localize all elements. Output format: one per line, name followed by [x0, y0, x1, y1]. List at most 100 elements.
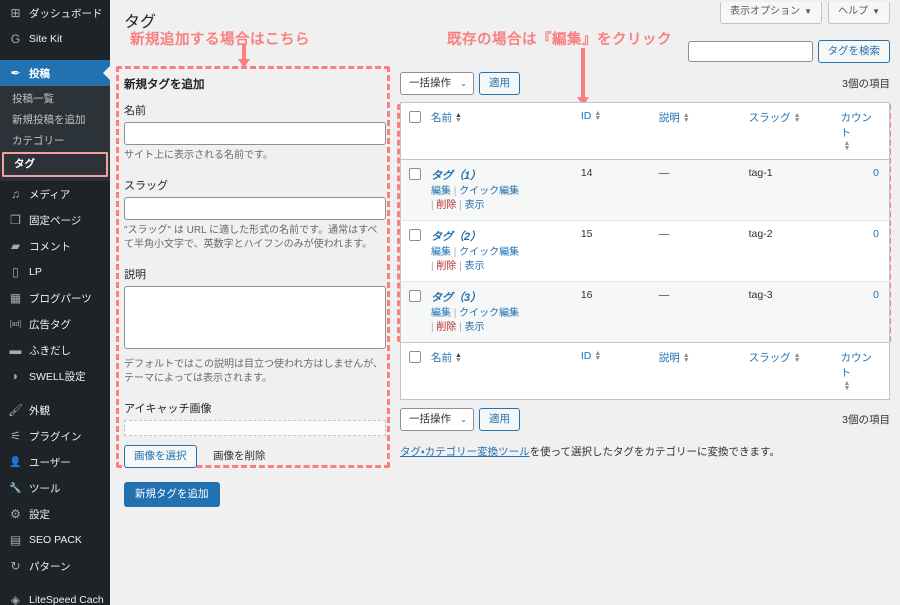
sidebar-item-plugins[interactable]: ⚟ プラグイン: [0, 423, 110, 449]
action-separator: |: [431, 322, 434, 333]
tag-name-link[interactable]: タグ（1）: [431, 167, 571, 183]
sidebar-subitem-tags[interactable]: タグ: [2, 152, 108, 177]
column-header-slug[interactable]: スラッグ ▲ ▼: [743, 102, 836, 160]
row-count-cell[interactable]: 0: [835, 220, 890, 282]
admin-sidebar: ⊞ ダッシュボード G Site Kit ✒ 投稿 投稿一覧 新規投稿を追加 カ…: [0, 0, 111, 605]
ad-tag-icon: [ad]: [9, 320, 22, 328]
row-count-cell[interactable]: 0: [835, 159, 890, 221]
sidebar-item-settings[interactable]: ⚙ 設定: [0, 501, 110, 527]
column-footer-id[interactable]: ID ▲ ▼: [575, 342, 654, 400]
row-checkbox[interactable]: [409, 290, 421, 302]
row-action-edit[interactable]: 編集: [431, 247, 451, 258]
sidebar-item-comments[interactable]: ▰ コメント: [0, 233, 110, 259]
column-footer-name[interactable]: 名前 ▲ ▼: [426, 342, 576, 400]
row-action-view[interactable]: 表示: [465, 261, 485, 272]
swell-icon: ◗: [11, 369, 20, 383]
sidebar-subitem-add-post[interactable]: 新規投稿を追加: [0, 110, 110, 131]
sidebar-item-blog-parts[interactable]: ▦ ブログパーツ: [0, 285, 110, 311]
sidebar-item-media[interactable]: ♫ メディア: [0, 181, 110, 207]
table-row: タグ（1） 編集 | クイック編集 | 削除 | 表示 14 — tag-1 0: [400, 159, 890, 221]
table-footer-row: 名前 ▲ ▼ ID ▲ ▼ 説明 ▲ ▼ スラッグ ▲ ▼ カウント ▲ ▼: [400, 342, 890, 400]
remove-image-button[interactable]: 画像を削除: [213, 448, 266, 463]
sidebar-item-label: LiteSpeed Cache: [29, 594, 104, 605]
sidebar-item-posts[interactable]: ✒ 投稿: [0, 60, 111, 86]
row-action-delete[interactable]: 削除: [436, 322, 456, 333]
name-field-label: 名前: [124, 105, 146, 117]
sidebar-item-ad-tag[interactable]: [ad] 広告タグ: [0, 311, 110, 337]
sidebar-item-lp[interactable]: ▯ LP: [0, 259, 110, 285]
column-footer-count[interactable]: カウント ▲ ▼: [835, 342, 890, 400]
annotation-arrow-new-tag: [238, 44, 250, 68]
sidebar-item-dashboard[interactable]: ⊞ ダッシュボード: [0, 0, 110, 26]
sort-arrows-icon: ▲ ▼: [594, 110, 602, 123]
row-action-delete[interactable]: 削除: [436, 261, 456, 272]
tags-table-body: タグ（1） 編集 | クイック編集 | 削除 | 表示 14 — tag-1 0…: [400, 159, 890, 343]
featured-image-dropzone[interactable]: [124, 420, 386, 436]
sidebar-item-patterns[interactable]: ↻ パターン: [0, 553, 110, 579]
sidebar-item-pages[interactable]: ❐ 固定ページ: [0, 207, 110, 233]
select-all-footer[interactable]: [400, 342, 426, 400]
sidebar-item-site-kit[interactable]: G Site Kit: [0, 26, 110, 52]
bulk-action-select-bottom[interactable]: 一括操作 ⌄: [400, 408, 474, 431]
row-action-view[interactable]: 表示: [465, 200, 485, 211]
column-header-description[interactable]: 説明 ▲ ▼: [653, 102, 744, 160]
column-header-name[interactable]: 名前 ▲ ▼: [426, 102, 576, 160]
row-count-cell[interactable]: 0: [835, 281, 890, 343]
sidebar-item-tools[interactable]: 🔧 ツール: [0, 475, 110, 501]
sidebar-subitem-posts-list[interactable]: 投稿一覧: [0, 89, 110, 110]
row-select-cell[interactable]: [400, 159, 426, 221]
tag-name-link[interactable]: タグ（2）: [431, 228, 571, 244]
column-header-count[interactable]: カウント ▲ ▼: [835, 102, 890, 160]
row-select-cell[interactable]: [400, 220, 426, 282]
row-action-delete[interactable]: 削除: [436, 200, 456, 211]
count-link[interactable]: 0: [873, 228, 879, 240]
select-all-header[interactable]: [400, 102, 426, 160]
column-label: スラッグ: [748, 352, 791, 364]
bulk-action-select-top[interactable]: 一括操作 ⌄: [400, 72, 474, 95]
name-field-help: サイト上に表示される名前です。: [124, 150, 273, 161]
tag-name-link[interactable]: タグ（3）: [431, 289, 571, 305]
sidebar-item-appearance[interactable]: 🖌 外観: [0, 397, 110, 423]
select-all-checkbox-footer[interactable]: [409, 351, 421, 363]
description-textarea[interactable]: [124, 286, 386, 349]
search-box: タグを検索: [400, 40, 890, 63]
converter-note: タグ・カテゴリー変換ツールを使って選択したタグをカテゴリーに変換できます。: [400, 444, 890, 460]
row-action-view[interactable]: 表示: [465, 322, 485, 333]
column-footer-description[interactable]: 説明 ▲ ▼: [653, 342, 744, 400]
search-tags-button[interactable]: タグを検索: [817, 40, 890, 63]
screen-options-button[interactable]: 表示オプション ▼: [720, 2, 823, 24]
row-select-cell[interactable]: [400, 281, 426, 343]
select-image-button[interactable]: 画像を選択: [124, 445, 197, 468]
select-all-checkbox[interactable]: [409, 111, 421, 123]
apply-button-bottom[interactable]: 適用: [479, 408, 520, 431]
sidebar-item-users[interactable]: 👤 ユーザー: [0, 449, 110, 475]
column-footer-slug[interactable]: スラッグ ▲ ▼: [743, 342, 836, 400]
count-link[interactable]: 0: [873, 167, 879, 179]
action-separator: |: [453, 186, 457, 197]
sidebar-item-swell-settings[interactable]: ◗ SWELL設定: [0, 363, 110, 389]
apply-button-top[interactable]: 適用: [479, 72, 520, 95]
add-new-tag-submit-button[interactable]: 新規タグを追加: [124, 482, 220, 507]
row-checkbox[interactable]: [409, 168, 421, 180]
slug-input[interactable]: [124, 197, 386, 220]
column-header-id[interactable]: ID ▲ ▼: [575, 102, 654, 160]
sidebar-item-litespeed-cache[interactable]: ◈ LiteSpeed Cache: [0, 587, 110, 605]
sidebar-subitem-categories[interactable]: カテゴリー: [0, 131, 110, 152]
table-row: タグ（2） 編集 | クイック編集 | 削除 | 表示 15 — tag-2 0: [400, 220, 890, 282]
converter-tool-link[interactable]: タグ・カテゴリー変換ツール: [400, 446, 530, 458]
row-action-quick-edit[interactable]: クイック編集: [459, 247, 519, 258]
sidebar-item-speech-balloon[interactable]: ▬ ふきだし: [0, 337, 110, 363]
row-action-quick-edit[interactable]: クイック編集: [459, 186, 519, 197]
help-button[interactable]: ヘルプ ▼: [828, 2, 890, 24]
count-link[interactable]: 0: [873, 289, 879, 301]
settings-icon: ⚙: [10, 507, 21, 521]
row-checkbox[interactable]: [409, 229, 421, 241]
row-action-edit[interactable]: 編集: [431, 186, 451, 197]
name-input[interactable]: [124, 122, 386, 145]
sidebar-item-seo-pack[interactable]: ▤ SEO PACK: [0, 527, 110, 553]
row-id-cell: 14: [575, 159, 654, 221]
row-action-quick-edit[interactable]: クイック編集: [459, 308, 519, 319]
add-tag-form: 新規タグを追加 名前 サイト上に表示される名前です。 スラッグ "スラッグ" は…: [124, 76, 386, 507]
search-input[interactable]: [687, 41, 813, 62]
row-action-edit[interactable]: 編集: [431, 308, 451, 319]
